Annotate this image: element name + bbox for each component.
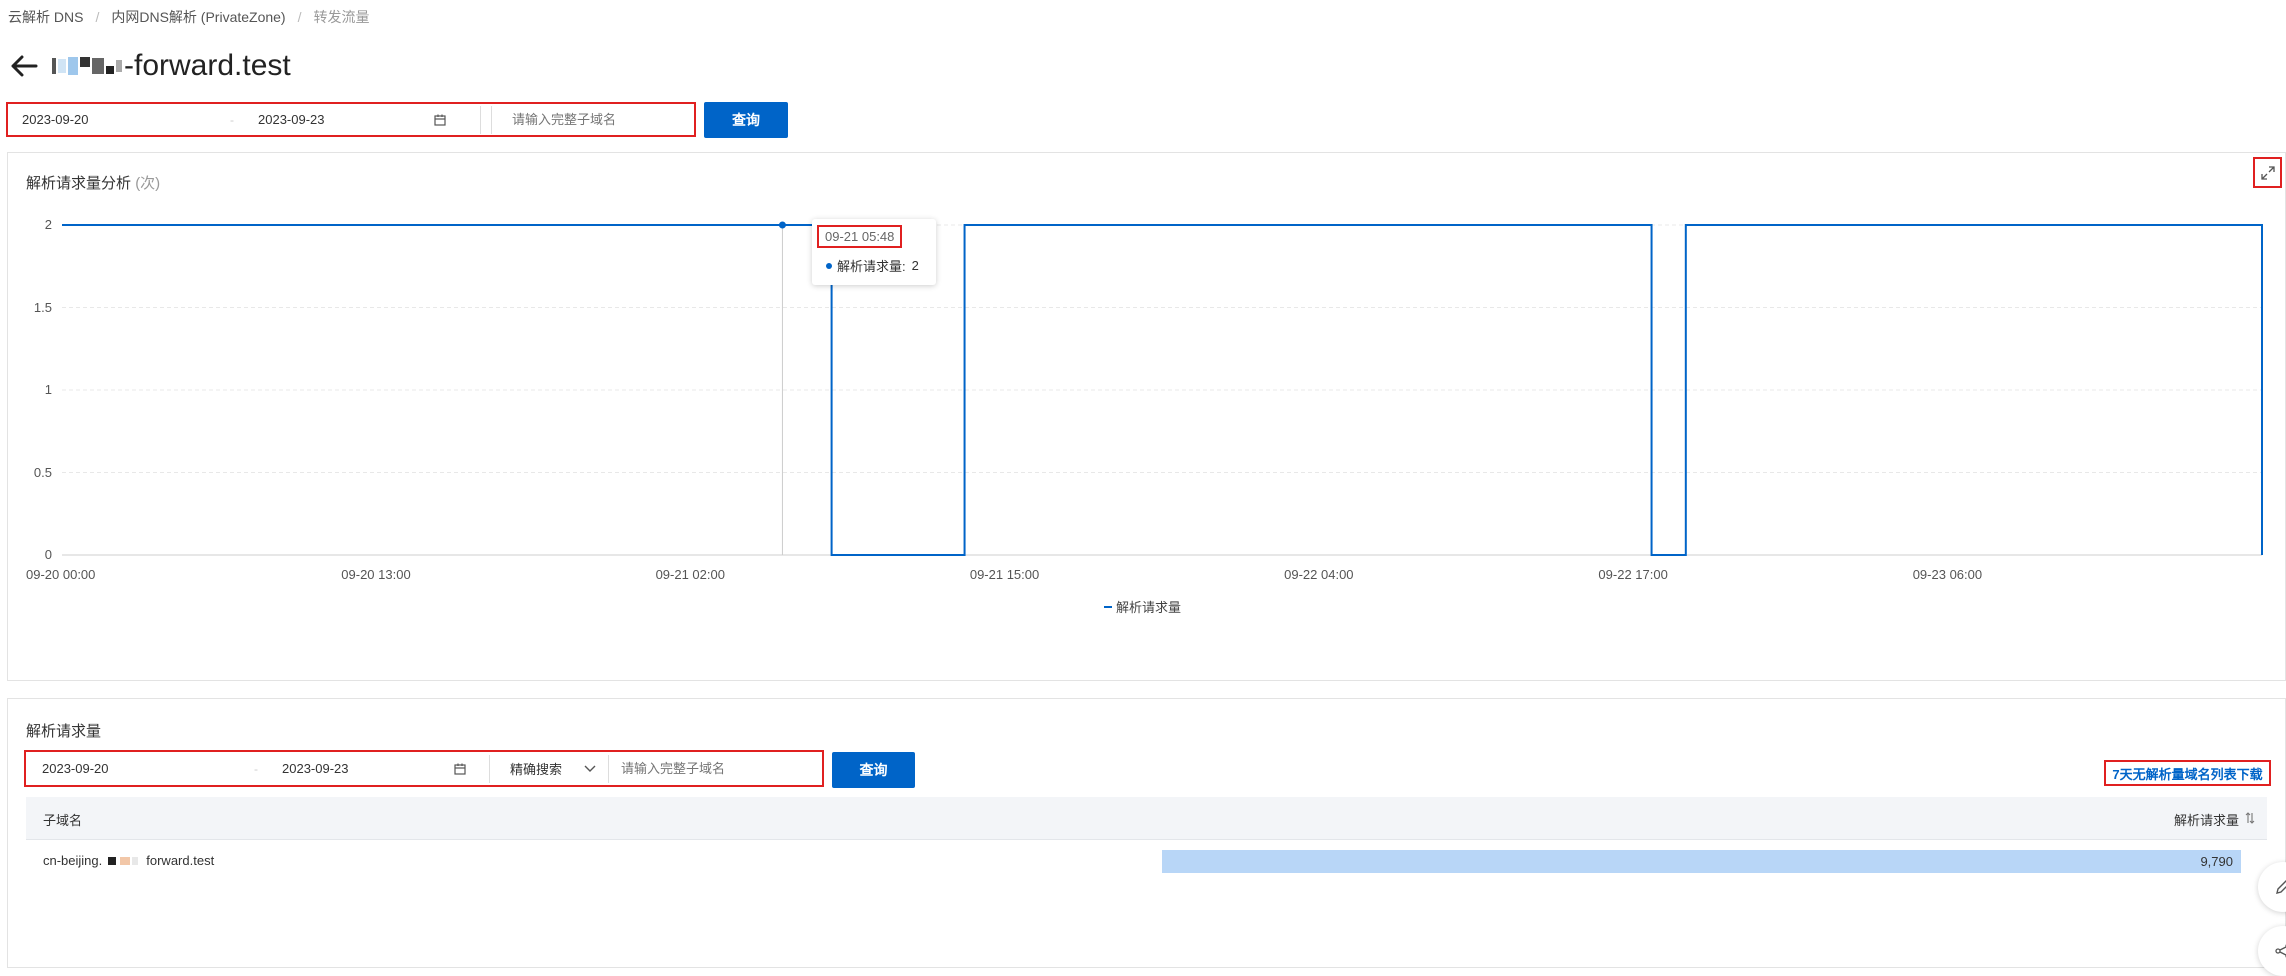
x-tick-label: 09-20 00:00 [26, 567, 96, 582]
y-tick-label: 2 [44, 217, 52, 232]
date-range-picker[interactable]: 2023-09-20 - 2023-09-23 [26, 752, 481, 785]
subdomain-cell: cn-beijing. forward.test [43, 853, 214, 868]
tooltip-series-label: 解析请求量: [837, 259, 906, 274]
chart-tooltip: 09-21 05:48 解析请求量: 2 [812, 219, 936, 285]
redacted-mask [132, 856, 139, 865]
redacted-mask [120, 856, 131, 865]
tooltip-row: 解析请求量: 2 [826, 256, 919, 275]
subdomain-prefix: cn-beijing. [43, 853, 103, 868]
chart-legend[interactable]: 解析请求量 [1104, 597, 1181, 616]
count-bar: 9,790 [1162, 850, 2241, 873]
x-tick-label: 09-21 02:00 [655, 567, 725, 582]
sort-icon[interactable] [2245, 812, 2255, 827]
search-mode-select[interactable]: 精确搜索 [490, 752, 608, 785]
y-tick-label: 0 [44, 547, 52, 562]
redacted-mask [108, 856, 117, 865]
calendar-icon[interactable] [454, 763, 466, 775]
y-tick-label: 1.5 [33, 299, 52, 315]
end-date[interactable]: 2023-09-23 [268, 761, 454, 776]
x-tick-label: 09-22 04:00 [1284, 567, 1354, 582]
start-date[interactable]: 2023-09-20 [28, 761, 254, 776]
hover-point [778, 221, 786, 229]
section-title: 解析请求量 [26, 723, 102, 740]
y-tick-label: 0.5 [33, 464, 52, 480]
inactive-domain-download-link[interactable]: 7天无解析量域名列表下载 [2104, 760, 2271, 786]
date-separator: - [254, 761, 258, 776]
tooltip-time: 09-21 05:48 [817, 225, 903, 248]
table-query-button[interactable]: 查询 [832, 752, 915, 788]
table-filter-bar: 2023-09-20 - 2023-09-23 精确搜索 [24, 750, 824, 787]
table-header: 子域名 解析请求量 [26, 797, 2267, 840]
x-tick-label: 09-20 13:00 [341, 567, 411, 582]
x-tick-label: 09-21 15:00 [969, 567, 1040, 582]
tooltip-value: 2 [911, 258, 919, 273]
series-dot [826, 262, 832, 269]
x-tick-label: 09-23 06:00 [1912, 567, 1983, 582]
column-header-subdomain: 子域名 [43, 813, 83, 828]
count-bar-fill [1162, 850, 2241, 873]
column-header-count-label: 解析请求量 [2173, 813, 2239, 828]
subdomain-suffix: forward.test [146, 853, 215, 868]
legend-label: 解析请求量 [1116, 600, 1182, 615]
table-row[interactable]: cn-beijing. forward.test 9,790 [26, 840, 2267, 883]
legend-swatch [1104, 605, 1112, 608]
line-chart [62, 221, 2263, 556]
subdomain-search-input[interactable] [609, 752, 809, 785]
column-header-count[interactable]: 解析请求量 [2174, 810, 2255, 829]
count-value: 9,790 [2200, 854, 2233, 869]
search-mode-value: 精确搜索 [510, 762, 563, 777]
x-tick-label: 09-22 17:00 [1598, 567, 1668, 582]
y-tick-label: 1 [44, 382, 52, 397]
chevron-down-icon [584, 761, 596, 776]
